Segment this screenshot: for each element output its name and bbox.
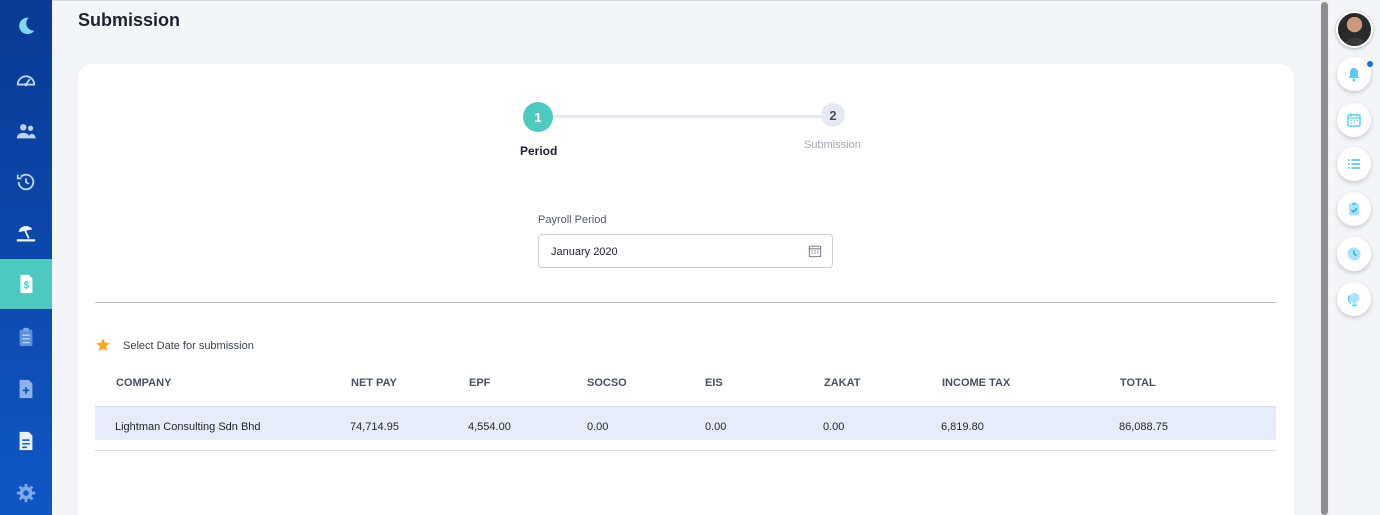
table-bottom-border — [95, 450, 1276, 451]
cell-income-tax: 6,819.80 — [941, 421, 984, 433]
step-1-label: Period — [520, 144, 558, 158]
sidebar: $ — [0, 0, 52, 515]
col-header-zakat[interactable]: ZAKAT — [824, 377, 860, 389]
col-header-income-tax[interactable]: INCOME TAX — [942, 377, 1010, 389]
stepper-line — [553, 115, 821, 118]
cell-company: Lightman Consulting Sdn Bhd — [115, 421, 261, 433]
table-row[interactable] — [95, 406, 1276, 440]
bell-icon — [1348, 68, 1360, 82]
cell-socso: 0.00 — [587, 421, 609, 433]
col-header-epf[interactable]: EPF — [469, 377, 490, 389]
page-title: Submission — [78, 10, 181, 30]
cell-zakat: 0.00 — [823, 421, 845, 433]
clipboard-check-icon — [1349, 202, 1359, 216]
calendar-icon[interactable] — [808, 244, 822, 258]
add-document-icon[interactable] — [0, 364, 52, 414]
col-header-socso[interactable]: SOCSO — [587, 377, 627, 389]
cell-total: 86,088.75 — [1119, 421, 1168, 433]
people-icon[interactable] — [0, 106, 52, 156]
cell-eis: 0.00 — [705, 421, 727, 433]
col-header-company[interactable]: COMPANY — [116, 377, 171, 389]
step-2-circle[interactable]: 2 — [821, 103, 845, 127]
top-border — [52, 0, 1320, 1]
cell-net-pay: 74,714.95 — [350, 421, 399, 433]
speedometer-icon[interactable] — [0, 55, 52, 105]
step-2-label: Submission — [804, 139, 861, 151]
gear-icon[interactable] — [0, 468, 52, 515]
select-date-text: Select Date for submission — [123, 340, 254, 352]
list-button[interactable] — [1337, 147, 1371, 181]
globe-button[interactable] — [1337, 282, 1371, 316]
star-icon — [96, 338, 110, 352]
document-lines-icon[interactable] — [0, 416, 52, 466]
notification-dot — [1367, 61, 1373, 67]
dollar-document-icon[interactable]: $ — [0, 259, 52, 309]
moon-logo-icon[interactable] — [0, 1, 52, 51]
svg-text:$: $ — [24, 281, 30, 292]
clipboard-list-icon[interactable] — [0, 312, 52, 362]
clock-icon — [1347, 247, 1361, 261]
bell-button[interactable] — [1337, 57, 1371, 91]
col-header-total[interactable]: TOTAL — [1120, 377, 1156, 389]
clock-button[interactable] — [1337, 237, 1371, 271]
main-card — [78, 64, 1294, 515]
col-header-eis[interactable]: EIS — [705, 377, 723, 389]
list-icon — [1348, 159, 1360, 169]
scrollbar-thumb[interactable] — [1321, 2, 1328, 515]
avatar[interactable] — [1336, 11, 1373, 48]
globe-icon — [1347, 293, 1360, 307]
calendar-button[interactable] — [1337, 103, 1371, 137]
col-header-net-pay[interactable]: NET PAY — [351, 377, 397, 389]
payroll-period-value: January 2020 — [551, 246, 618, 258]
calendar-icon — [1347, 113, 1361, 127]
cell-epf: 4,554.00 — [468, 421, 511, 433]
beach-umbrella-icon[interactable] — [0, 208, 52, 258]
payroll-period-input[interactable]: January 2020 — [538, 234, 833, 268]
clipboard-check-button[interactable] — [1337, 192, 1371, 226]
history-icon[interactable] — [0, 157, 52, 207]
section-divider — [95, 302, 1276, 303]
step-1-circle[interactable]: 1 — [523, 102, 553, 132]
payroll-period-label: Payroll Period — [538, 214, 607, 226]
